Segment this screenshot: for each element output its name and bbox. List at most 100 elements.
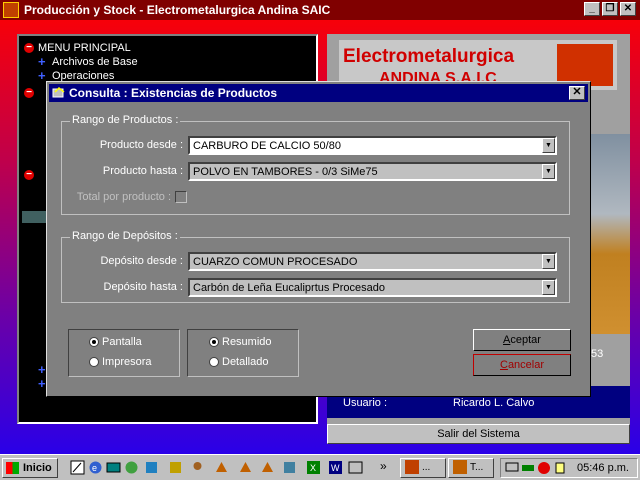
- start-button[interactable]: Inicio: [2, 458, 58, 478]
- collapse-icon[interactable]: −: [24, 43, 34, 54]
- expand-icon[interactable]: +: [38, 55, 48, 68]
- cancelar-label: ancelar: [507, 359, 545, 371]
- producto-desde-value: CARBURO DE CALCIO 50/80: [193, 140, 341, 152]
- collapse-icon[interactable]: −: [24, 170, 34, 181]
- dialog-icon: [52, 86, 65, 98]
- productos-group-label: Rango de Productos :: [70, 114, 181, 126]
- tray-stop-icon[interactable]: [537, 461, 551, 475]
- app-icon: [453, 460, 467, 475]
- collapse-icon-row[interactable]: −: [24, 169, 38, 181]
- deposito-hasta-select[interactable]: Carbón de Leña Eucaliprtus Procesado ▼: [188, 278, 557, 297]
- producto-desde-label: Producto desde :: [99, 139, 183, 151]
- tray-battery-icon[interactable]: [553, 461, 567, 475]
- windows-logo-icon: [6, 462, 19, 474]
- deposito-desde-select[interactable]: CUARZO COMUN PROCESADO ▼: [188, 252, 557, 271]
- factory-photo: [587, 134, 630, 334]
- minimize-button[interactable]: _: [584, 2, 600, 16]
- tree-item-archivos-de-base[interactable]: + Archivos de Base: [38, 55, 138, 68]
- producto-desde-select[interactable]: CARBURO DE CALCIO 50/80 ▼: [188, 136, 557, 155]
- producto-hasta-select[interactable]: POLVO EN TAMBORES - 0/3 SiMe75 ▼: [188, 162, 557, 181]
- quicklaunch-excel-icon[interactable]: X: [306, 460, 321, 475]
- partial-number: 53: [591, 348, 604, 360]
- quicklaunch-word-icon[interactable]: W: [328, 460, 343, 475]
- task-label: T...: [470, 462, 484, 473]
- deposito-desde-value: CUARZO COMUN PROCESADO: [193, 256, 358, 268]
- clock[interactable]: 05:46 p.m.: [577, 462, 629, 474]
- taskbar: Inicio e X W » ... T... 05:46 p.m.: [0, 454, 640, 480]
- taskbar-task-consulta[interactable]: T...: [448, 458, 494, 478]
- depositos-group-label: Rango de Depósitos :: [70, 230, 180, 242]
- task-label: ...: [422, 462, 431, 473]
- aceptar-button[interactable]: Aceptar: [473, 329, 571, 351]
- chevron-down-icon[interactable]: ▼: [542, 254, 555, 269]
- radio-selected-icon[interactable]: [209, 337, 219, 348]
- quicklaunch-window-icon[interactable]: [348, 460, 363, 475]
- resumido-radio[interactable]: Resumido: [209, 336, 272, 348]
- quicklaunch-fox-icon[interactable]: [214, 460, 229, 475]
- start-label: Inicio: [23, 462, 52, 474]
- main-title-bar: Producción y Stock - Electrometalurgica …: [0, 0, 640, 20]
- deposito-hasta-value: Carbón de Leña Eucaliprtus Procesado: [193, 282, 386, 294]
- quicklaunch-fox-icon[interactable]: [238, 460, 253, 475]
- radio-icon[interactable]: [89, 357, 99, 368]
- tree-item-menu-principal[interactable]: − MENU PRINCIPAL: [24, 42, 131, 54]
- total-producto-checkbox[interactable]: [175, 191, 187, 203]
- app-icon: [405, 460, 419, 475]
- resumido-label: Resumido: [222, 336, 272, 348]
- pantalla-radio[interactable]: Pantalla: [89, 336, 142, 348]
- tray-network-icon[interactable]: [521, 461, 535, 475]
- taskbar-task-produccion[interactable]: ...: [400, 458, 446, 478]
- dialog-close-button[interactable]: ✕: [569, 86, 585, 100]
- dialog-title-bar: Consulta : Existencias de Productos ✕: [49, 84, 588, 102]
- tray-computer-icon[interactable]: [505, 461, 519, 475]
- usuario-value: Ricardo L. Calvo: [453, 397, 535, 409]
- collapse-icon[interactable]: −: [24, 88, 34, 99]
- consulta-dialog: Consulta : Existencias de Productos ✕ Ra…: [46, 81, 591, 397]
- quicklaunch-browser-icon[interactable]: e: [88, 460, 103, 475]
- quicklaunch-channels-icon[interactable]: [124, 460, 139, 475]
- impresora-label: Impresora: [102, 356, 152, 368]
- detallado-label: Detallado: [222, 356, 269, 368]
- detallado-radio[interactable]: Detallado: [209, 356, 268, 368]
- deposito-hasta-label: Depósito hasta :: [103, 281, 184, 293]
- app-icon[interactable]: [3, 2, 19, 18]
- total-producto-label: Total por producto :: [76, 191, 171, 203]
- svg-text:X: X: [310, 463, 316, 473]
- logo-title: Electrometalurgica: [343, 46, 515, 67]
- svg-text:W: W: [331, 463, 340, 473]
- quicklaunch-network-icon[interactable]: [168, 460, 183, 475]
- restore-button[interactable]: ❐: [602, 2, 618, 16]
- aceptar-label: ceptar: [510, 334, 541, 346]
- logo-emblem: [557, 44, 613, 86]
- quicklaunch-fox-icon[interactable]: [260, 460, 275, 475]
- system-tray: 05:46 p.m.: [500, 458, 638, 478]
- cancelar-button[interactable]: Cancelar: [473, 354, 571, 376]
- collapse-icon-row[interactable]: −: [24, 87, 38, 99]
- quicklaunch-tools-icon[interactable]: [282, 460, 297, 475]
- tree-item-label: MENU PRINCIPAL: [38, 42, 131, 54]
- quicklaunch-people-icon[interactable]: [190, 460, 205, 475]
- salir-button[interactable]: Salir del Sistema: [327, 424, 630, 444]
- cancelar-mnemonic: C: [499, 359, 508, 371]
- chevron-down-icon[interactable]: ▼: [542, 164, 555, 179]
- dialog-title: Consulta : Existencias de Productos: [69, 86, 278, 100]
- quicklaunch-pen-icon[interactable]: [70, 460, 85, 475]
- radio-selected-icon[interactable]: [89, 337, 99, 348]
- chevron-down-icon[interactable]: ▼: [542, 138, 555, 153]
- close-button[interactable]: ✕: [620, 2, 636, 16]
- impresora-radio[interactable]: Impresora: [89, 356, 152, 368]
- producto-hasta-label: Producto hasta :: [102, 165, 183, 177]
- quicklaunch-desktop-icon[interactable]: [106, 460, 121, 475]
- chevron-down-icon[interactable]: ▼: [542, 280, 555, 295]
- tree-item-label: Archivos de Base: [52, 56, 138, 68]
- usuario-label: Usuario :: [343, 397, 388, 409]
- pantalla-label: Pantalla: [102, 336, 142, 348]
- svg-text:e: e: [92, 463, 97, 473]
- quicklaunch-more-icon[interactable]: »: [380, 459, 387, 473]
- quicklaunch-app-icon[interactable]: [144, 460, 159, 475]
- producto-hasta-value: POLVO EN TAMBORES - 0/3 SiMe75: [193, 166, 378, 178]
- radio-icon[interactable]: [209, 357, 219, 368]
- deposito-desde-label: Depósito desde :: [100, 255, 183, 267]
- expand-icon[interactable]: +: [38, 69, 48, 82]
- selected-tree-marker: [22, 211, 48, 223]
